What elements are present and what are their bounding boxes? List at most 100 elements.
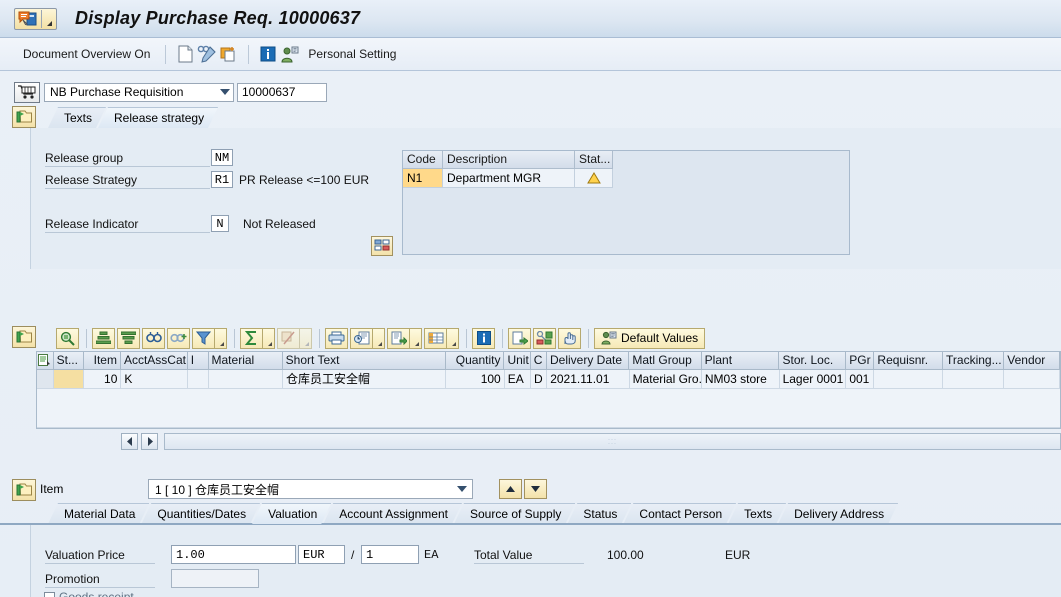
row-select-cell[interactable] [37,370,55,389]
column-header-i[interactable]: I [187,352,209,370]
hold-document-icon[interactable] [218,43,240,65]
export-local-file-icon[interactable] [387,327,410,349]
item-detail-folder-icon[interactable] [12,479,36,501]
column-header-stor-loc[interactable]: Stor. Loc. [779,352,847,370]
scroll-right-icon[interactable] [141,433,158,450]
info-icon-2[interactable] [472,327,495,349]
goods-receipt-checkbox-row[interactable]: Goods receipt [44,590,134,597]
tab-source-of-supply[interactable]: Source of Supply [454,503,575,524]
cell-requisnr[interactable] [874,370,944,389]
scroll-left-icon[interactable] [121,433,138,450]
cell-code[interactable]: N1 [403,169,443,188]
tab-texts[interactable]: Texts [48,107,106,128]
tab-quantities-dates[interactable]: Quantities/Dates [141,503,260,524]
default-values-button[interactable]: Default Values [594,327,706,349]
select-all-cell[interactable] [37,352,54,370]
cell-stor-loc[interactable]: Lager 0001 [779,370,847,389]
column-header-pgr[interactable]: PGr [846,352,875,370]
export-view-icon[interactable] [350,327,373,349]
tab-material-data[interactable]: Material Data [48,503,149,524]
cell-c[interactable]: D [531,370,548,389]
personal-setting-icon[interactable] [279,43,301,65]
cell-plant[interactable]: NM03 store [701,370,780,389]
item-grid-hscrollbar[interactable]: ··· ··· [36,432,1061,451]
column-header-c[interactable]: C [530,352,547,370]
corner-triangle-icon[interactable] [42,9,56,29]
column-header-matl-group[interactable]: Matl Group [629,352,702,370]
document-overview-button[interactable]: Document Overview On [16,44,157,64]
total-sum-icon[interactable] [240,327,263,349]
filter-dropdown-icon[interactable] [215,327,227,349]
cell-vendor[interactable] [1004,370,1060,389]
cell-delivery-date[interactable]: 2021.11.01 [547,370,630,389]
layout-select-dropdown-icon[interactable] [447,327,459,349]
system-menu-button[interactable] [14,7,57,30]
cell-status[interactable] [575,169,613,188]
currency-input[interactable]: EUR [298,545,345,564]
item-grid-folder-icon[interactable] [12,326,36,348]
cell-i[interactable] [188,370,209,389]
chevron-down-icon[interactable] [457,486,467,492]
chevron-down-icon[interactable] [220,89,230,95]
cell-tracking[interactable] [943,370,1005,389]
print-preview-icon[interactable] [508,327,531,349]
print-icon[interactable] [325,327,348,349]
tab-release-strategy[interactable]: Release strategy [98,107,218,128]
find-next-icon[interactable] [167,327,190,349]
sort-ascending-icon[interactable] [92,327,115,349]
cell-quantity[interactable]: 100 [446,370,505,389]
header-folder-icon[interactable] [12,106,36,128]
change-layout-icon[interactable] [533,327,556,349]
new-document-icon[interactable] [174,43,196,65]
column-header-acctasscat[interactable]: AcctAssCat [120,352,188,370]
cell-material[interactable] [208,370,284,389]
column-header-unit[interactable]: Unit [504,352,531,370]
cell-pgr[interactable]: 001 [846,370,875,389]
column-header-description[interactable]: Description [443,151,575,169]
release-group-input[interactable]: NM [211,149,233,166]
column-header-requisnr[interactable]: Requisnr. [874,352,944,370]
cell-status[interactable] [54,370,85,389]
goods-receipt-checkbox[interactable] [44,591,55,597]
cell-description[interactable]: Department MGR [443,169,575,188]
find-icon[interactable] [142,327,165,349]
tab-texts[interactable]: Texts [728,503,786,524]
tab-account-assignment[interactable]: Account Assignment [323,503,462,524]
cell-acctasscat[interactable]: K [121,370,189,389]
column-header-quantity[interactable]: Quantity [445,352,505,370]
promotion-input[interactable] [171,569,259,588]
release-code-row[interactable]: N1 Department MGR [403,169,849,188]
tab-status[interactable]: Status [567,503,631,524]
tab-valuation[interactable]: Valuation [252,503,331,524]
layout-select-icon[interactable] [424,327,447,349]
hold-icon[interactable] [558,327,581,349]
sort-descending-icon[interactable] [117,327,140,349]
price-unit-input[interactable]: 1 [361,545,419,564]
total-sum-dropdown-icon[interactable] [263,327,275,349]
display-change-toggle-icon[interactable] [196,43,218,65]
export-view-dropdown-icon[interactable] [373,327,385,349]
tab-delivery-address[interactable]: Delivery Address [778,503,898,524]
filter-icon[interactable] [192,327,215,349]
column-header-plant[interactable]: Plant [701,352,780,370]
column-header-vendor[interactable]: Vendor [1004,352,1060,370]
release-prerequisites-icon[interactable] [371,236,393,256]
document-number-input[interactable]: 10000637 [237,82,327,102]
details-icon[interactable] [56,327,79,349]
column-header-short-text[interactable]: Short Text [282,352,446,370]
tab-contact-person[interactable]: Contact Person [623,503,736,524]
scroll-track[interactable]: ··· ··· [164,433,1061,450]
column-header-code[interactable]: Code [403,151,443,169]
shopping-cart-icon[interactable] [14,81,40,103]
release-strategy-input[interactable]: R1 [211,171,233,188]
next-item-icon[interactable] [524,479,547,499]
cell-item[interactable]: 10 [84,370,122,389]
release-indicator-input[interactable]: N [211,215,229,232]
column-header-material[interactable]: Material [208,352,283,370]
valuation-price-input[interactable]: 1.00 [171,545,296,564]
previous-item-icon[interactable] [499,479,522,499]
cell-short-text[interactable]: 仓库员工安全帽 [283,370,447,389]
column-header-item[interactable]: Item [83,352,121,370]
column-header-tracking[interactable]: Tracking... [943,352,1005,370]
personal-setting-label[interactable]: Personal Setting [301,44,403,64]
